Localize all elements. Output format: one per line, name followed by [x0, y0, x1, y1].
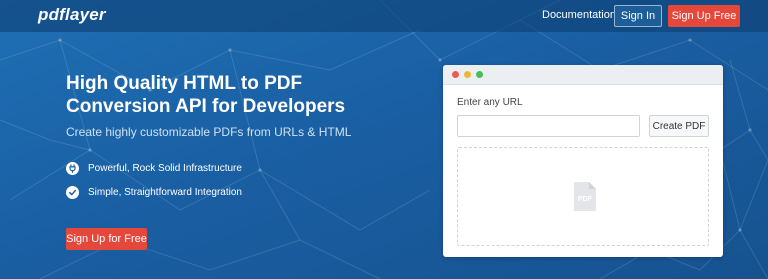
hero-subtitle: Create highly customizable PDFs from URL… [66, 125, 352, 139]
documentation-link[interactable]: Documentation [542, 9, 616, 21]
pdflayer-logo[interactable]: pdflayer [38, 5, 106, 25]
pdf-icon-text: PDF [578, 196, 593, 203]
window-titlebar [443, 65, 723, 85]
pdf-file-icon: PDF [574, 182, 596, 211]
feature-item-infrastructure: Powerful, Rock Solid Infrastructure [66, 162, 242, 175]
url-field-label: Enter any URL [457, 97, 523, 108]
sign-up-for-free-button[interactable]: Sign Up for Free [66, 228, 147, 250]
demo-window: Enter any URL Create PDF PDF [443, 65, 723, 257]
power-plug-icon [66, 162, 79, 175]
top-navbar: pdflayer Documentation Sign In Sign Up F… [0, 0, 768, 32]
window-close-dot-icon [452, 71, 459, 78]
check-circle-icon [66, 186, 79, 199]
feature-item-integration: Simple, Straightforward Integration [66, 186, 242, 199]
window-maximize-dot-icon [476, 71, 483, 78]
create-pdf-button[interactable]: Create PDF [649, 115, 709, 137]
hero-title: High Quality HTML to PDF Conversion API … [66, 73, 346, 117]
sign-up-free-button[interactable]: Sign Up Free [668, 5, 740, 27]
feature-label: Simple, Straightforward Integration [88, 187, 242, 198]
window-minimize-dot-icon [464, 71, 471, 78]
pdf-preview-area: PDF [457, 147, 709, 246]
url-input[interactable] [457, 115, 640, 137]
sign-in-button[interactable]: Sign In [614, 5, 662, 27]
feature-label: Powerful, Rock Solid Infrastructure [88, 163, 242, 174]
